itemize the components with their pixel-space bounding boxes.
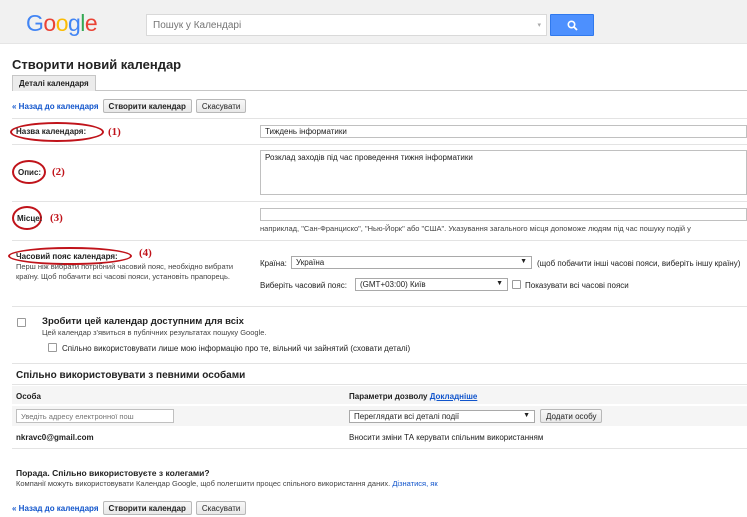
chevron-down-icon: ▼ [496,280,503,287]
timezone-help: Перш ніж вибрати потрібний часовий пояс,… [16,262,234,281]
logo-letter: G [26,10,44,36]
top-bar: Google ▾ [0,0,747,44]
learn-more-link[interactable]: Докладніше [430,392,478,401]
google-logo[interactable]: Google [26,10,98,37]
show-all-timezones-checkbox[interactable] [512,280,521,289]
create-calendar-button[interactable]: Створити календар [102,501,192,515]
cancel-button[interactable]: Скасувати [195,501,247,515]
timezone-select[interactable]: (GMT+03:00) Київ ▼ [355,278,508,291]
annotation-number: (2) [52,166,65,178]
timezone-select-value: (GMT+03:00) Київ [360,280,426,289]
country-hint: (щоб побачити інші часові пояси, виберіт… [537,259,741,268]
sharing-title: Спільно використовувати з певними особам… [16,370,246,381]
tip-title: Порада. Спільно використовуєте з колегам… [16,468,210,478]
permission-select[interactable]: Переглядати всі деталі події ▼ [349,410,535,423]
free-busy-only-label: Спільно використовувати лише мою інформа… [62,344,411,353]
page-title: Створити новий календар [12,57,182,72]
permission-select-value: Переглядати всі деталі події [354,412,460,421]
location-help: наприклад, "Сан-Франциско", "Нью-Йорк" а… [260,224,691,233]
learn-how-link[interactable]: Дізнатися, як [392,479,437,488]
show-all-timezones-label: Показувати всі часові пояси [525,281,629,290]
divider [12,384,747,385]
divider [12,144,747,145]
tab-strip: Деталі календаря [12,75,747,91]
search-dropdown-icon[interactable]: ▾ [537,21,541,29]
search-button[interactable] [550,14,594,36]
logo-letter: o [43,10,56,36]
description-textarea[interactable]: Розклад заходів під час проведення тижня… [260,150,747,195]
column-header-person: Особа [16,392,41,401]
chevron-down-icon: ▼ [520,258,527,265]
add-person-email-input[interactable] [16,409,174,423]
country-select[interactable]: Україна ▼ [291,256,532,269]
free-busy-only-checkbox[interactable] [48,343,57,352]
divider [12,306,747,307]
chevron-down-icon: ▼ [523,412,530,419]
logo-letter: e [84,10,98,36]
divider [12,118,747,119]
description-label: Опис: [18,168,42,177]
timezone-label: Часовий пояс календаря: [16,252,118,261]
create-calendar-button[interactable]: Створити календар [102,99,192,113]
bottom-action-bar: « Назад до календаря Створити календар С… [12,500,247,516]
country-label: Країна: [260,259,287,268]
logo-letter: g [67,10,81,36]
calendar-name-label: Назва календаря: [16,127,87,136]
cancel-button[interactable]: Скасувати [195,99,247,113]
top-action-bar: « Назад до календаря Створити календар С… [12,98,247,114]
column-header-permissions: Параметри дозволу Докладніше [349,392,477,401]
tip-text-body: Компанії можуть використовувати Календар… [16,479,391,488]
tab-calendar-details[interactable]: Деталі календаря [12,75,96,91]
make-public-help: Цей календар з'явиться в публічних резул… [42,328,267,337]
column-header-permissions-label: Параметри дозволу [349,392,428,401]
location-label: Місце: [17,214,43,223]
add-person-button[interactable]: Додати особу [540,409,603,423]
shared-person-email: nkravc0@gmail.com [16,433,94,442]
timezone-select-label: Виберіть часовий пояс: [260,281,347,290]
search-icon [567,20,578,31]
search-box: ▾ [146,14,547,36]
annotation-number: (4) [139,247,152,259]
search-input[interactable] [147,15,527,35]
country-select-value: Україна [296,258,325,267]
calendar-name-field[interactable]: Тиждень інформатики [260,125,747,138]
back-to-calendar-link[interactable]: « Назад до календаря [12,504,99,513]
divider [12,448,747,449]
tip-text: Компанії можуть використовувати Календар… [16,479,438,488]
annotation-number: (1) [108,126,121,138]
back-to-calendar-link[interactable]: « Назад до календаря [12,102,99,111]
make-public-checkbox[interactable] [17,318,26,327]
make-public-title: Зробити цей календар доступним для всіх [42,316,244,327]
divider [12,240,747,241]
divider [12,201,747,202]
annotation-number: (3) [50,212,63,224]
location-field[interactable] [260,208,747,221]
logo-letter: o [55,10,69,36]
divider [12,363,747,364]
shared-person-permission: Вносити зміни ТА керувати спільним викор… [349,433,544,442]
